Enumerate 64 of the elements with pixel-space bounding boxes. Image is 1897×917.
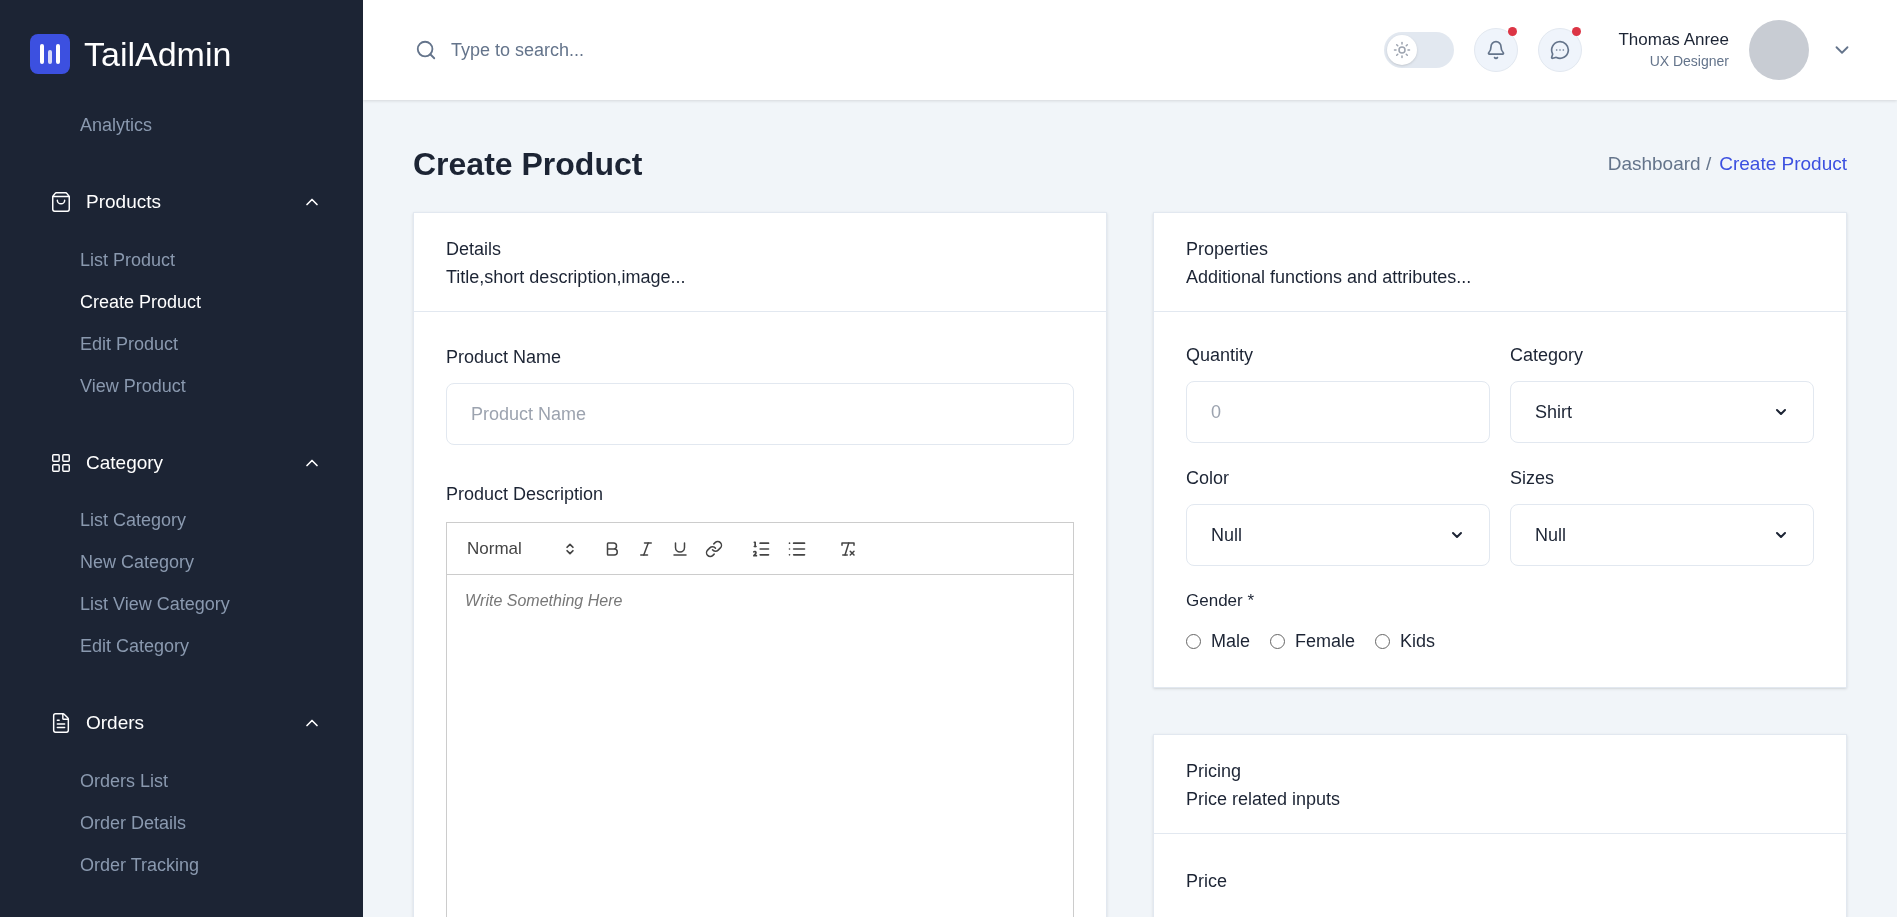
select-field[interactable]: Shirt	[1510, 381, 1814, 443]
sidebar-item[interactable]: View Product	[0, 364, 363, 407]
editor-placeholder: Write Something Here	[464, 591, 624, 611]
field-label: Color	[1186, 467, 1230, 490]
sidebar-group[interactable]: Orders	[36, 701, 336, 746]
sidebar-group[interactable]: Category	[36, 440, 336, 485]
gender-radio[interactable]: Male	[1186, 627, 1250, 655]
search-icon	[415, 39, 437, 61]
card-title: Properties	[1186, 238, 1270, 261]
sidebar-item[interactable]: List View Category	[0, 583, 363, 625]
document-icon	[50, 712, 72, 735]
card-subtitle: Additional functions and attributes...	[1186, 266, 1473, 289]
clear-format-icon[interactable]	[839, 539, 857, 558]
card-subtitle: Price related inputs	[1186, 787, 1342, 811]
caret-icon	[563, 541, 577, 556]
dark-mode-toggle[interactable]	[1384, 32, 1455, 68]
user-name: Thomas Anree	[1618, 29, 1729, 51]
underline-icon[interactable]	[671, 539, 689, 558]
sidebar-group[interactable]: Products	[36, 180, 336, 225]
sidebar-item[interactable]: Edit Category	[0, 625, 363, 667]
product-name-field[interactable]: Product Name	[446, 383, 1074, 445]
select-field[interactable]: Null	[1186, 504, 1490, 566]
rich-text-editor[interactable]: Normal Write Something Here	[446, 522, 1074, 917]
shopping-bag-icon	[50, 191, 72, 214]
sun-icon	[1393, 41, 1412, 59]
field-label: Price	[1186, 869, 1228, 893]
card-subtitle: Title,short description,image...	[446, 266, 687, 289]
italic-icon[interactable]	[637, 539, 655, 558]
card-title: Details	[446, 238, 503, 261]
messages-button[interactable]	[1538, 28, 1583, 72]
sidebar-item[interactable]: New Category	[0, 541, 363, 583]
field-label: Quantity	[1186, 344, 1255, 367]
avatar	[1749, 20, 1809, 80]
grid-icon	[50, 451, 72, 474]
gender-radio[interactable]: Female	[1270, 627, 1356, 655]
quantity-field[interactable]: 0	[1186, 381, 1490, 443]
page-title: Create Product	[413, 145, 643, 184]
sidebar-item[interactable]: List Product	[0, 238, 363, 281]
sidebar-item[interactable]: Edit Product	[0, 322, 363, 365]
gender-radio[interactable]: Kids	[1375, 627, 1436, 655]
field-label: Product Name	[446, 346, 563, 369]
brand-name: TailAdmin	[84, 37, 232, 71]
field-label: Gender *	[1186, 590, 1256, 612]
sidebar-item[interactable]: List Category	[0, 499, 363, 541]
notifications-button[interactable]	[1474, 28, 1519, 72]
sidebar-item[interactable]: Order Details	[0, 801, 363, 844]
select-field[interactable]: Null	[1510, 504, 1814, 566]
breadcrumb-link[interactable]: Create Product	[1719, 149, 1847, 179]
search-field[interactable]: Type to search...	[451, 36, 851, 64]
field-label: Category	[1510, 344, 1585, 367]
sidebar-item[interactable]: Orders List	[0, 759, 363, 802]
field-label: Product Description	[446, 483, 605, 506]
logo-icon	[30, 34, 70, 74]
sidebar-item[interactable]: Analytics	[0, 104, 363, 146]
sidebar-item[interactable]: Create Product	[0, 280, 363, 323]
format-dropdown[interactable]: Normal	[467, 535, 577, 562]
chat-icon	[1550, 40, 1571, 60]
user-role: UX Designer	[1649, 52, 1729, 71]
breadcrumb-link[interactable]: Dashboard /	[1607, 149, 1712, 179]
sidebar-item[interactable]: Order Tracking	[0, 843, 363, 886]
bell-icon	[1486, 40, 1507, 60]
link-icon[interactable]	[705, 539, 723, 558]
field-label: Sizes	[1510, 467, 1555, 490]
card-title: Pricing	[1186, 759, 1243, 783]
